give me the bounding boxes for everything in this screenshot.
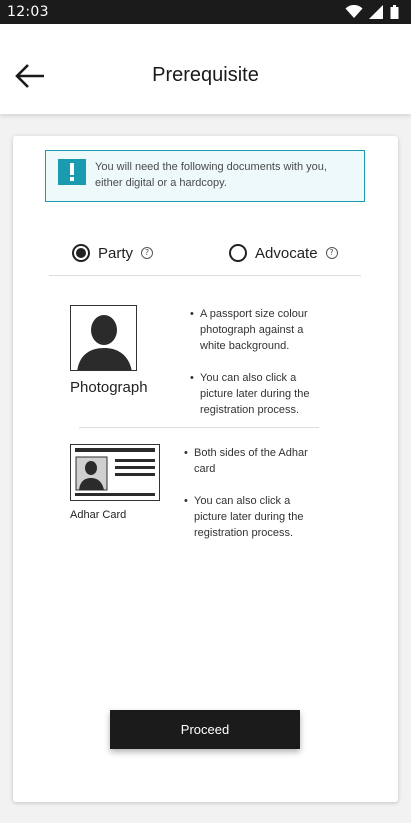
notice-text: You will need the following documents wi… bbox=[95, 161, 327, 189]
prerequisite-card: You will need the following documents wi… bbox=[13, 136, 398, 802]
list-item: A passport size colour photograph agains… bbox=[190, 306, 330, 354]
photograph-requirements: A passport size colour photograph agains… bbox=[190, 306, 330, 434]
signal-icon bbox=[369, 5, 383, 19]
role-selector: Party ? Advocate ? bbox=[49, 230, 361, 276]
radio-unselected-icon[interactable] bbox=[229, 244, 247, 262]
id-card-icon bbox=[70, 444, 160, 501]
help-icon[interactable]: ? bbox=[325, 247, 338, 259]
status-icons bbox=[345, 5, 399, 19]
wifi-icon bbox=[345, 5, 363, 18]
list-item: You can also click a picture later durin… bbox=[184, 493, 324, 541]
app-bar: Prerequisite bbox=[0, 24, 411, 114]
radio-selected-icon[interactable] bbox=[72, 244, 90, 262]
document-label-photograph: Photograph bbox=[70, 379, 148, 396]
battery-icon bbox=[390, 5, 399, 19]
document-label-adhar: Adhar Card bbox=[70, 509, 127, 521]
list-item: Both sides of the Adhar card bbox=[184, 445, 324, 477]
divider bbox=[79, 427, 319, 428]
page-title: Prerequisite bbox=[152, 64, 259, 86]
status-bar: 12:03 bbox=[0, 0, 411, 24]
proceed-button[interactable]: Proceed bbox=[110, 710, 300, 749]
role-option-advocate[interactable]: Advocate ? bbox=[229, 244, 338, 262]
role-label-party: Party bbox=[98, 244, 134, 262]
role-option-party[interactable]: Party ? bbox=[72, 244, 154, 262]
help-icon[interactable]: ? bbox=[141, 247, 154, 259]
person-photo-icon bbox=[70, 305, 137, 371]
list-item: You can also click a picture later durin… bbox=[190, 370, 330, 418]
exclamation-icon bbox=[58, 159, 86, 185]
info-notice: You will need the following documents wi… bbox=[45, 150, 365, 202]
role-label-advocate: Advocate bbox=[255, 244, 318, 262]
adhar-requirements: Both sides of the Adhar card You can als… bbox=[184, 445, 324, 557]
status-time: 12:03 bbox=[7, 4, 49, 20]
